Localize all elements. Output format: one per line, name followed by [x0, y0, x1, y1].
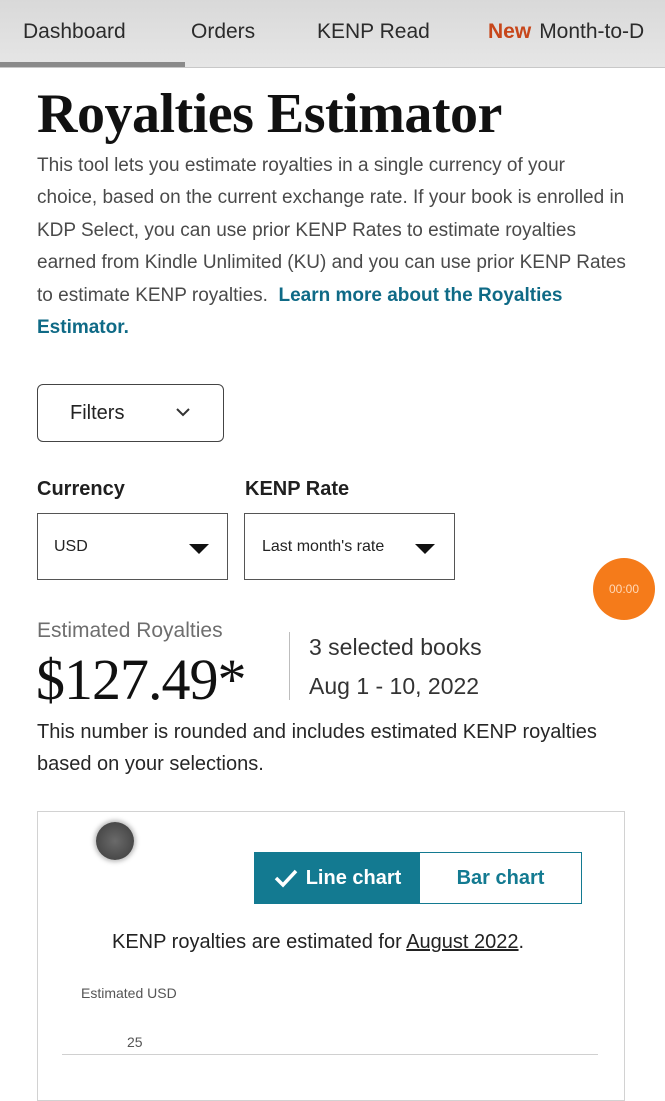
nav-item-month-to-date[interactable]: New Month-to-D	[488, 20, 644, 44]
nav-item-kenp-read[interactable]: KENP Read	[317, 20, 430, 44]
y-tick-label: 25	[127, 1034, 143, 1050]
new-badge: New	[488, 20, 532, 43]
kenp-rate-label: KENP Rate	[245, 478, 350, 500]
kenp-note-prefix: KENP royalties are estimated for	[112, 931, 407, 953]
kenp-rate-value: Last month's rate	[262, 537, 385, 555]
active-tab-indicator	[0, 62, 185, 67]
nav-item-dashboard[interactable]: Dashboard	[23, 20, 126, 44]
caret-down-icon	[415, 544, 435, 554]
top-nav: Dashboard Orders KENP Read New Month-to-D	[0, 0, 665, 68]
nav-item-month-to-date-label: Month-to-D	[539, 20, 645, 43]
estimated-royalties-amount: $127.49*	[36, 647, 246, 712]
rounding-note: This number is rounded and includes esti…	[37, 721, 597, 775]
loading-dot-icon	[96, 822, 134, 860]
currency-label: Currency	[37, 478, 125, 500]
y-axis-title: Estimated USD	[81, 985, 177, 1001]
line-chart-label: Line chart	[305, 866, 402, 889]
selected-books-count: 3 selected books	[309, 634, 482, 660]
chart-type-toggle: Line chart Bar chart	[254, 852, 582, 904]
currency-value: USD	[54, 537, 88, 555]
line-chart-button[interactable]: Line chart	[255, 853, 420, 903]
currency-select[interactable]: USD	[37, 513, 228, 580]
kenp-estimate-note: KENP royalties are estimated for August …	[112, 931, 524, 954]
chevron-down-icon	[176, 408, 190, 417]
filters-button[interactable]: Filters	[37, 384, 224, 442]
intro-body: This tool lets you estimate royalties in…	[37, 155, 626, 306]
kenp-rate-select[interactable]: Last month's rate	[244, 513, 455, 580]
kenp-note-suffix: .	[518, 931, 525, 953]
kenp-note-month: August 2022	[406, 931, 519, 953]
estimated-royalties-label: Estimated Royalties	[37, 619, 223, 642]
gridline	[62, 1054, 598, 1055]
intro-text: This tool lets you estimate royalties in…	[37, 150, 627, 344]
page-title: Royalties Estimator	[37, 83, 502, 145]
nav-item-orders[interactable]: Orders	[191, 20, 255, 44]
filters-label: Filters	[70, 401, 125, 424]
checkmark-icon	[274, 869, 297, 888]
divider	[289, 632, 290, 700]
bar-chart-button[interactable]: Bar chart	[419, 853, 581, 903]
caret-down-icon	[189, 544, 209, 554]
timer-badge[interactable]: 00:00	[593, 558, 655, 620]
date-range: Aug 1 - 10, 2022	[309, 673, 480, 699]
bar-chart-label: Bar chart	[456, 866, 545, 889]
